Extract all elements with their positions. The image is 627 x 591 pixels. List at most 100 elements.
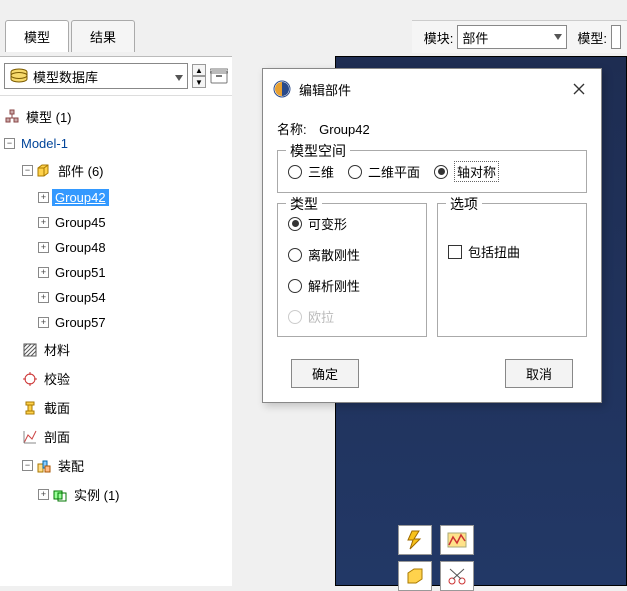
section-icon [22,400,38,416]
chevron-down-icon [554,32,562,43]
model-select[interactable] [611,25,621,49]
tool-shape-icon[interactable] [398,561,432,591]
radio-axisymmetric[interactable]: 轴对称 [434,161,499,182]
db-select-label: 模型数据库 [33,67,98,86]
module-select-value: 部件 [462,28,488,47]
profile-icon [22,429,38,445]
fieldset-model-space: 模型空间 三维 二维平面 轴对称 [277,150,587,193]
expand-icon[interactable]: + [38,317,49,328]
part-icon [36,163,52,179]
tree-group57[interactable]: + Group57 [2,310,230,335]
options-legend: 选项 [446,194,482,214]
tree-models-root[interactable]: 模型 (1) [2,102,230,131]
tree-group48[interactable]: + Group48 [2,235,230,260]
expand-icon[interactable]: + [38,217,49,228]
type-legend: 类型 [286,194,322,214]
chevron-down-icon [175,69,183,84]
name-row: 名称: Group42 [277,119,587,138]
expand-icon[interactable]: + [38,489,49,500]
expand-icon[interactable]: + [38,242,49,253]
radio-2d-planar[interactable]: 二维平面 [348,162,420,181]
tool-cut-icon[interactable] [440,561,474,591]
model-root-icon [4,109,20,125]
tree-assembly[interactable]: − 装配 [2,451,230,480]
model-label: 模型: [577,28,607,47]
abaqus-icon [273,80,291,98]
checkbox-icon [448,245,462,259]
name-value: Group42 [319,122,370,137]
tree-parts[interactable]: − 部件 (6) [2,156,230,185]
calibration-icon [22,371,38,387]
instance-icon [52,487,68,503]
tree-group57-label: Group57 [52,314,109,331]
checkbox-include-twist[interactable]: 包括扭曲 [448,242,576,261]
tab-results[interactable]: 结果 [71,20,135,52]
part-toolbox [398,525,476,591]
db-select[interactable]: 模型数据库 [4,63,188,89]
tree-calibrations[interactable]: 校验 [2,364,230,393]
radio-discrete-rigid[interactable]: 离散刚性 [288,245,360,264]
tree-assembly-label: 装配 [55,455,87,476]
model-tree: 模型 (1) − Model-1 − 部件 (6) + Group42 + Gr… [0,96,232,515]
db-row: 模型数据库 ▲ ▼ [0,57,232,96]
spin-buttons[interactable]: ▲ ▼ [192,64,206,88]
left-panel: 模型数据库 ▲ ▼ 模型 (1) − Model-1 − 部件 (6) + Gr… [0,56,232,586]
tree-group51[interactable]: + Group51 [2,260,230,285]
tree-profiles-label: 剖面 [41,426,73,447]
radio-eulerian: 欧拉 [288,307,334,326]
fieldset-type: 类型 可变形 离散刚性 解析刚性 欧拉 [277,203,427,337]
tree-model-1[interactable]: − Model-1 [2,131,230,156]
top-right-controls: 模块: 部件 模型: [412,20,627,53]
expand-icon[interactable]: + [38,267,49,278]
tree-model-1-label: Model-1 [18,135,71,152]
materials-icon [22,342,38,358]
dialog-title: 编辑部件 [299,80,351,99]
tab-model[interactable]: 模型 [5,20,69,52]
dialog-titlebar: 编辑部件 [263,69,601,109]
database-icon [9,68,29,84]
tool-wave-icon[interactable] [440,525,474,555]
tree-group45[interactable]: + Group45 [2,210,230,235]
tree-group45-label: Group45 [52,214,109,231]
edit-part-dialog: 编辑部件 名称: Group42 模型空间 三维 二维平面 轴对称 类型 可变形 [262,68,602,403]
close-icon [573,83,585,95]
tool-lightning-icon[interactable] [398,525,432,555]
collapse-icon[interactable]: − [4,138,15,149]
archive-icon[interactable] [210,67,228,85]
ok-button[interactable]: 确定 [291,359,359,388]
assembly-icon [36,458,52,474]
tree-instances-label: 实例 (1) [71,484,123,505]
spin-down-icon[interactable]: ▼ [192,76,206,88]
tree-group48-label: Group48 [52,239,109,256]
radio-analytical-rigid[interactable]: 解析刚性 [288,276,360,295]
tree-parts-label: 部件 (6) [55,160,107,181]
tree-group51-label: Group51 [52,264,109,281]
left-tabs: 模型 结果 [5,20,137,52]
radio-3d[interactable]: 三维 [288,162,334,181]
tree-group54[interactable]: + Group54 [2,285,230,310]
module-select[interactable]: 部件 [457,25,567,49]
expand-icon[interactable]: + [38,192,49,203]
tree-profiles[interactable]: 剖面 [2,422,230,451]
collapse-icon[interactable]: − [22,460,33,471]
tree-models-label: 模型 (1) [23,106,75,127]
radio-deformable[interactable]: 可变形 [288,214,347,233]
tree-sections[interactable]: 截面 [2,393,230,422]
model-space-legend: 模型空间 [286,141,350,161]
cancel-button[interactable]: 取消 [505,359,573,388]
tree-group54-label: Group54 [52,289,109,306]
tree-calibrations-label: 校验 [41,368,73,389]
spin-up-icon[interactable]: ▲ [192,64,206,76]
tree-group42-label: Group42 [52,189,109,206]
tree-sections-label: 截面 [41,397,73,418]
close-button[interactable] [567,77,591,101]
expand-icon[interactable]: + [38,292,49,303]
tree-materials[interactable]: 材料 [2,335,230,364]
fieldset-options: 选项 包括扭曲 [437,203,587,337]
name-label: 名称: [277,122,307,137]
module-label: 模块: [424,28,454,47]
tree-group42[interactable]: + Group42 [2,185,230,210]
tree-materials-label: 材料 [41,339,73,360]
collapse-icon[interactable]: − [22,165,33,176]
tree-instances[interactable]: + 实例 (1) [2,480,230,509]
